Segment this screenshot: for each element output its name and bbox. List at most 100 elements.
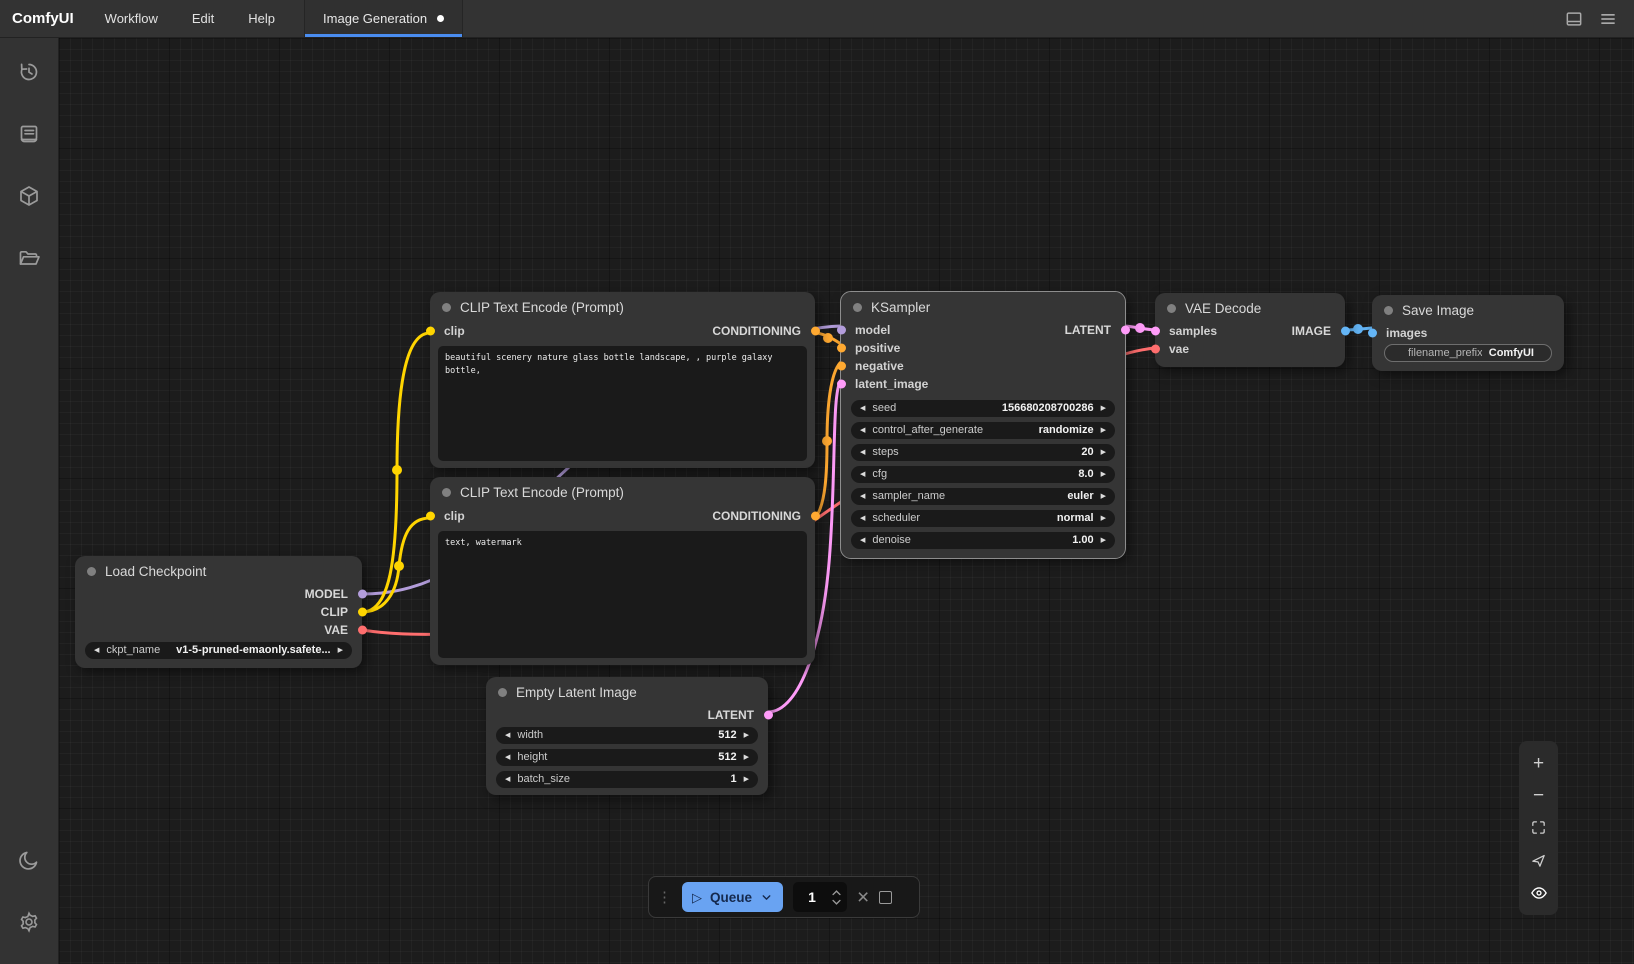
arrow-left-icon[interactable]: ◀: [860, 493, 865, 500]
node-save-image[interactable]: Save Image images filename_prefix ComfyU…: [1372, 295, 1564, 371]
arrow-left-icon[interactable]: ◀: [860, 537, 865, 544]
node-header[interactable]: CLIP Text Encode (Prompt): [430, 477, 815, 506]
toggle-minimap-button[interactable]: [1527, 881, 1551, 905]
cfg-widget[interactable]: ◀ cfg 8.0 ▶: [851, 466, 1115, 483]
sidebar-item-workflows[interactable]: [9, 238, 49, 278]
arrow-left-icon[interactable]: ◀: [860, 405, 865, 412]
zoom-out-button[interactable]: −: [1527, 784, 1551, 808]
canvas-controls-panel: + −: [1519, 741, 1558, 915]
height-widget[interactable]: ◀ height 512 ▶: [496, 749, 758, 766]
arrow-right-icon[interactable]: ▶: [1101, 471, 1106, 478]
arrow-left-icon[interactable]: ◀: [505, 776, 510, 783]
queue-button[interactable]: ▷ Queue: [682, 882, 783, 912]
input-images-port[interactable]: [1368, 329, 1377, 338]
fit-view-button[interactable]: [1527, 816, 1551, 840]
arrow-left-icon[interactable]: ◀: [860, 427, 865, 434]
arrow-right-icon[interactable]: ▶: [1101, 493, 1106, 500]
ckpt-name-widget[interactable]: ◀ ckpt_name v1-5-pruned-emaonly.safete..…: [85, 642, 352, 659]
positive-prompt-textarea[interactable]: beautiful scenery nature glass bottle la…: [438, 346, 807, 461]
filename-prefix-widget[interactable]: filename_prefix ComfyUI: [1384, 344, 1552, 362]
arrow-right-icon[interactable]: ▶: [744, 754, 749, 761]
select-mode-button[interactable]: [1527, 848, 1551, 872]
output-vae-port[interactable]: [358, 626, 367, 635]
width-widget[interactable]: ◀ width 512 ▶: [496, 727, 758, 744]
scheduler-widget[interactable]: ◀ scheduler normal ▶: [851, 510, 1115, 527]
node-header[interactable]: VAE Decode: [1155, 293, 1345, 322]
sidebar-item-theme-toggle[interactable]: [9, 840, 49, 880]
node-vae-decode[interactable]: VAE Decode samples IMAGE vae: [1155, 293, 1345, 367]
arrow-left-icon[interactable]: ◀: [860, 449, 865, 456]
input-clip-port[interactable]: [426, 512, 435, 521]
denoise-widget[interactable]: ◀ denoise 1.00 ▶: [851, 532, 1115, 549]
collapse-dot[interactable]: [442, 488, 451, 497]
menu-help[interactable]: Help: [231, 0, 292, 37]
output-latent-port[interactable]: [764, 711, 773, 720]
zoom-in-button[interactable]: +: [1527, 751, 1551, 775]
node-clip-text-encode-positive[interactable]: CLIP Text Encode (Prompt) clip CONDITION…: [430, 292, 815, 468]
output-conditioning-port[interactable]: [811, 327, 820, 336]
arrow-right-icon[interactable]: ▶: [744, 732, 749, 739]
seed-widget[interactable]: ◀ seed 156680208700286 ▶: [851, 400, 1115, 417]
drag-handle[interactable]: ⋮: [657, 890, 672, 905]
collapse-dot[interactable]: [442, 303, 451, 312]
sidebar-item-model-library[interactable]: [9, 176, 49, 216]
output-image-port[interactable]: [1341, 327, 1350, 336]
node-empty-latent-image[interactable]: Empty Latent Image LATENT ◀ width 512 ▶ …: [486, 677, 768, 795]
node-header[interactable]: KSampler: [841, 292, 1125, 321]
arrow-right-icon[interactable]: ▶: [744, 776, 749, 783]
menu-workflow[interactable]: Workflow: [88, 0, 175, 37]
input-clip-port[interactable]: [426, 327, 435, 336]
input-vae-port[interactable]: [1151, 345, 1160, 354]
node-header[interactable]: Load Checkpoint: [75, 556, 362, 585]
arrow-left-icon[interactable]: ◀: [94, 647, 99, 654]
arrow-right-icon[interactable]: ▶: [1101, 427, 1106, 434]
arrow-right-icon[interactable]: ▶: [1101, 515, 1106, 522]
steps-widget[interactable]: ◀ steps 20 ▶: [851, 444, 1115, 461]
clear-queue-button[interactable]: ×: [857, 887, 869, 908]
output-latent-port[interactable]: [1121, 326, 1130, 335]
menu-edit[interactable]: Edit: [175, 0, 231, 37]
sampler-name-widget[interactable]: ◀ sampler_name euler ▶: [851, 488, 1115, 505]
sidebar-item-history[interactable]: [9, 52, 49, 92]
input-latent-image-port[interactable]: [837, 380, 846, 389]
collapse-dot[interactable]: [1167, 304, 1176, 313]
batch-count-input[interactable]: 1: [793, 882, 847, 912]
node-load-checkpoint[interactable]: Load Checkpoint MODEL CLIP VAE ◀ ckpt_na…: [75, 556, 362, 668]
control-after-generate-widget[interactable]: ◀ control_after_generate randomize ▶: [851, 422, 1115, 439]
node-header[interactable]: CLIP Text Encode (Prompt): [430, 292, 815, 321]
node-ksampler[interactable]: KSampler model LATENT positive negative …: [841, 292, 1125, 558]
stop-button[interactable]: [879, 891, 892, 904]
main-menu-button[interactable]: [1598, 9, 1618, 29]
node-clip-text-encode-negative[interactable]: CLIP Text Encode (Prompt) clip CONDITION…: [430, 477, 815, 665]
collapse-dot[interactable]: [498, 688, 507, 697]
collapse-dot[interactable]: [1384, 306, 1393, 315]
arrow-left-icon[interactable]: ◀: [505, 732, 510, 739]
arrow-left-icon[interactable]: ◀: [860, 471, 865, 478]
tab-image-generation[interactable]: Image Generation: [305, 0, 463, 37]
output-conditioning-port[interactable]: [811, 512, 820, 521]
arrow-right-icon[interactable]: ▶: [1101, 405, 1106, 412]
stepper-down-icon[interactable]: [831, 899, 842, 906]
input-negative-port[interactable]: [837, 362, 846, 371]
sidebar-item-settings[interactable]: [9, 902, 49, 942]
chevron-down-icon[interactable]: [760, 891, 773, 904]
arrow-left-icon[interactable]: ◀: [505, 754, 510, 761]
node-header[interactable]: Save Image: [1372, 295, 1564, 324]
collapse-dot[interactable]: [853, 303, 862, 312]
stepper-up-icon[interactable]: [831, 889, 842, 896]
arrow-right-icon[interactable]: ▶: [338, 647, 343, 654]
arrow-right-icon[interactable]: ▶: [1101, 449, 1106, 456]
collapse-dot[interactable]: [87, 567, 96, 576]
sidebar-item-queue[interactable]: [9, 114, 49, 154]
batch-size-widget[interactable]: ◀ batch_size 1 ▶: [496, 771, 758, 788]
negative-prompt-textarea[interactable]: text, watermark: [438, 531, 807, 658]
output-clip-port[interactable]: [358, 608, 367, 617]
arrow-left-icon[interactable]: ◀: [860, 515, 865, 522]
input-model-port[interactable]: [837, 326, 846, 335]
bottom-panel-toggle-button[interactable]: [1564, 9, 1584, 29]
arrow-right-icon[interactable]: ▶: [1101, 537, 1106, 544]
node-header[interactable]: Empty Latent Image: [486, 677, 768, 706]
input-samples-port[interactable]: [1151, 327, 1160, 336]
input-positive-port[interactable]: [837, 344, 846, 353]
output-model-port[interactable]: [358, 590, 367, 599]
